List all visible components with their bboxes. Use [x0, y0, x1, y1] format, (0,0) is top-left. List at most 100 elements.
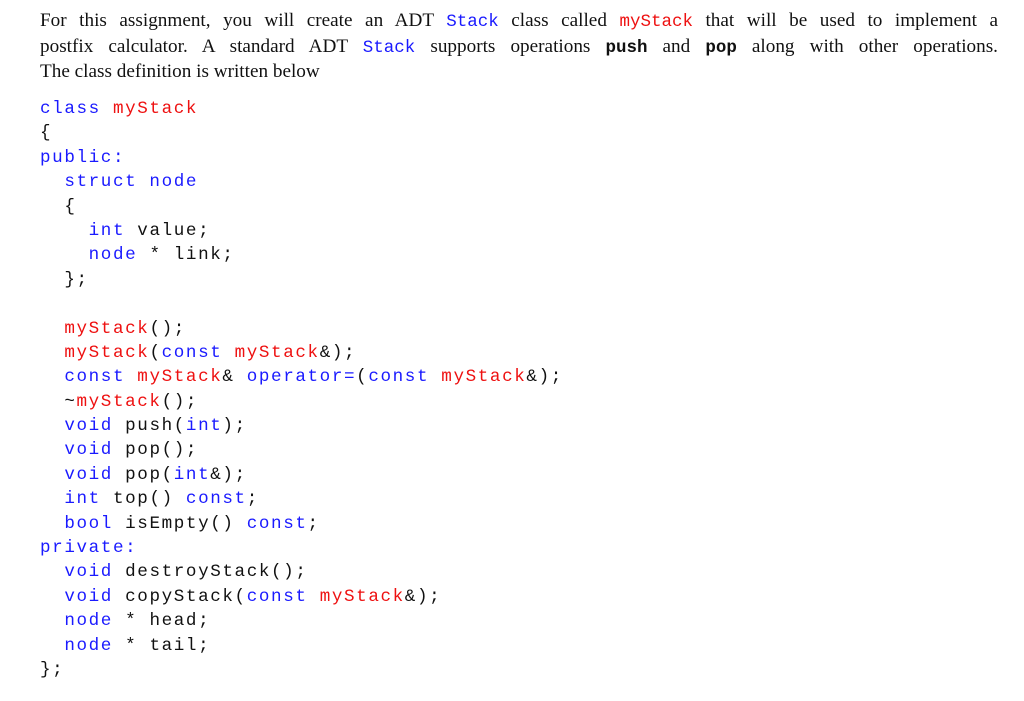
- code-keyword: node: [88, 245, 138, 266]
- code-keyword: const: [368, 367, 430, 388]
- code-keyword: void: [64, 440, 113, 461]
- code-text: &);: [526, 367, 563, 388]
- code-text: ;: [246, 489, 259, 510]
- code-keyword: int: [185, 416, 223, 437]
- code-keyword: bool: [64, 513, 113, 534]
- code-text: copyStack(: [112, 586, 247, 607]
- code-keyword: void: [64, 416, 113, 437]
- code-line: {: [40, 121, 563, 145]
- code-text: };: [40, 269, 89, 290]
- code-text: value;: [125, 220, 211, 241]
- code-keyword: node: [64, 611, 113, 632]
- intro-text: along with other operations.: [736, 35, 998, 57]
- code-text: top(): [100, 489, 186, 510]
- code-text: * tail;: [112, 635, 211, 656]
- intro-text: The class definition is written below: [40, 61, 320, 83]
- code-text: &);: [404, 586, 442, 607]
- code-keyword: const: [185, 489, 247, 510]
- code-keyword: const: [161, 342, 223, 363]
- code-line: int top() const;: [40, 487, 563, 511]
- code-line: node * tail;: [40, 634, 563, 658]
- intro-text: postfix calculator. A standard ADT: [40, 35, 363, 57]
- code-class-name: myStack: [234, 342, 320, 363]
- code-keyword: node: [64, 635, 113, 656]
- code-text: ~: [40, 391, 77, 412]
- code-text: (: [356, 367, 369, 388]
- code-class-name: myStack: [112, 99, 199, 119]
- code-line: void copyStack(const myStack&);: [40, 585, 563, 609]
- code-line: int value;: [40, 219, 563, 243]
- code-class-name: myStack: [319, 586, 405, 607]
- code-keyword: const: [246, 513, 308, 534]
- code-keyword: class: [40, 99, 113, 119]
- code-keyword: void: [64, 586, 113, 607]
- code-text: };: [40, 659, 65, 680]
- inline-code-stack: Stack: [362, 37, 416, 58]
- code-text: isEmpty(): [112, 513, 247, 534]
- code-keyword: void: [64, 562, 113, 583]
- code-text: pop();: [112, 440, 199, 461]
- code-text: * head;: [112, 611, 211, 632]
- code-keyword: const: [246, 586, 308, 607]
- inline-code-operation: pop: [705, 37, 737, 58]
- code-line: void pop(int&);: [40, 463, 563, 487]
- code-keyword: struct node: [64, 172, 199, 193]
- code-text: ;: [307, 513, 320, 534]
- code-line: struct node: [40, 170, 563, 194]
- code-keyword: private:: [40, 538, 138, 559]
- intro-text: and: [647, 35, 706, 57]
- inline-code-stack: Stack: [446, 12, 499, 32]
- code-class-name: myStack: [441, 367, 527, 388]
- code-line: node * head;: [40, 609, 563, 633]
- code-keyword: int: [64, 489, 101, 510]
- code-text: (: [149, 342, 162, 363]
- code-class-name: myStack: [76, 391, 162, 412]
- code-line: ~myStack();: [40, 390, 563, 414]
- code-line: };: [40, 658, 563, 682]
- code-line: private:: [40, 536, 563, 560]
- code-text: &);: [319, 342, 357, 363]
- intro-line-1: For this assignment, you will create an …: [40, 9, 998, 35]
- intro-text: class called: [498, 10, 620, 31]
- code-keyword: const: [64, 367, 126, 388]
- code-line: {: [40, 195, 563, 219]
- intro-line-3: The class definition is written below: [40, 60, 998, 85]
- code-line: myStack();: [40, 317, 563, 341]
- code-line: void pop();: [40, 438, 563, 462]
- code-keyword: operator=: [246, 367, 357, 388]
- code-class-name: myStack: [64, 318, 150, 339]
- code-keyword: void: [64, 464, 113, 485]
- code-text: ();: [149, 318, 186, 339]
- assignment-intro-paragraph: For this assignment, you will create an …: [40, 9, 998, 85]
- code-line: const myStack& operator=(const myStack&)…: [40, 365, 563, 389]
- intro-text: that will be used to implement a: [692, 10, 999, 31]
- code-text: &);: [210, 464, 247, 485]
- code-line: myStack(const myStack&);: [40, 341, 563, 365]
- inline-code-operation: push: [605, 37, 648, 58]
- code-class-name: myStack: [64, 342, 150, 363]
- code-class-name: myStack: [137, 367, 223, 388]
- intro-line-2: postfix calculator. A standard ADT Stack…: [40, 35, 998, 61]
- code-text: * link;: [137, 245, 235, 266]
- intro-text: For this assignment, you will create an …: [40, 10, 447, 31]
- intro-text: supports operations: [415, 35, 606, 57]
- code-text: destroyStack();: [112, 562, 308, 583]
- code-text: &: [222, 367, 247, 388]
